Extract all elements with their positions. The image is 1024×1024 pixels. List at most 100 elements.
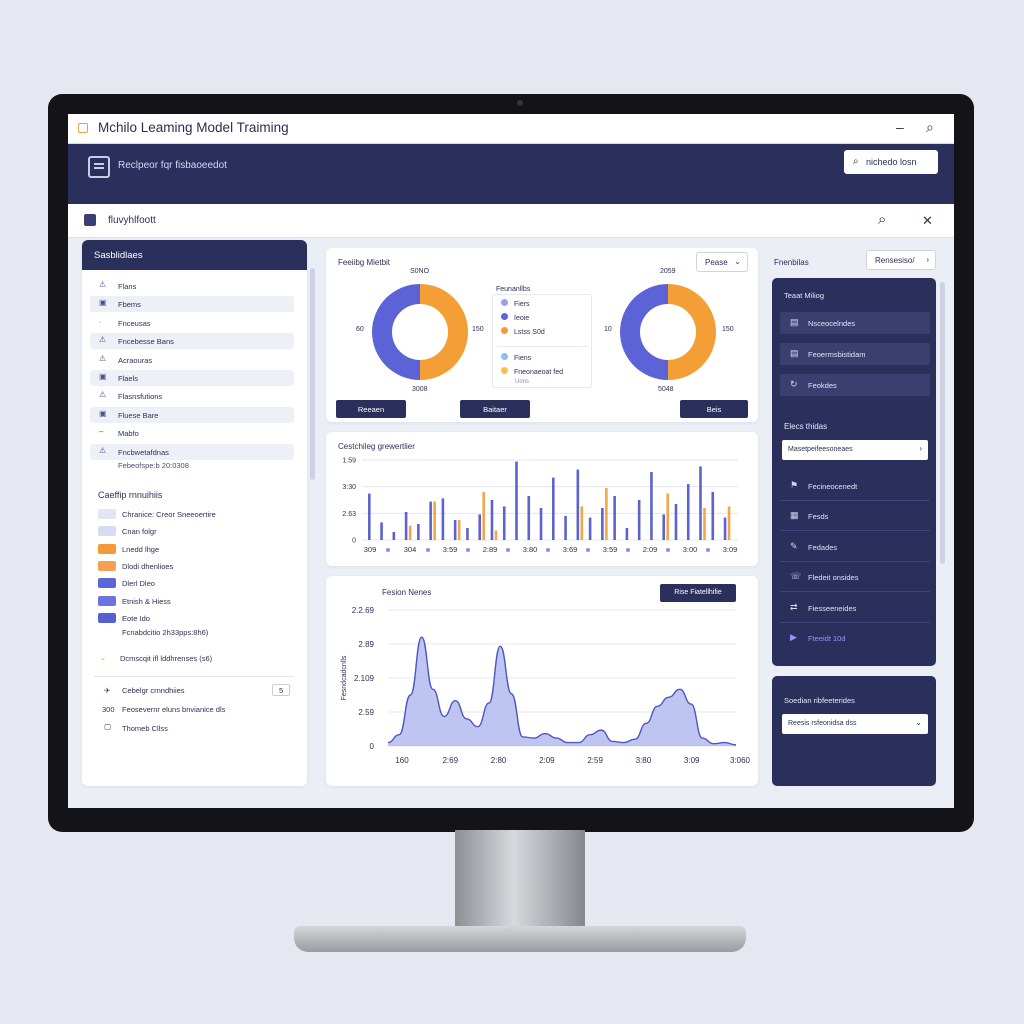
right-list-item[interactable]: ▶ Fteeidt 10d xyxy=(780,623,930,653)
chevron-down-icon: ⌄ xyxy=(100,653,107,662)
right-nav-item[interactable]: ▤ Feoermsbistidam xyxy=(780,343,930,365)
x-tick-label: 2:09 xyxy=(539,756,555,765)
legend-item: Lstss S0d xyxy=(501,327,545,336)
sidebar-item[interactable]: ⚠ Flans xyxy=(90,278,294,294)
bar xyxy=(699,466,702,540)
left-sidebar: Sasblidlaes ⚠ Flans ▣ Fbems ∙ Fnceusas ⚠ Fncebe… xyxy=(82,240,307,786)
sidebar-item[interactable]: ⚠ Fncebesse Bans xyxy=(90,333,294,350)
window-titlebar: Mchilo Leaming Model Traiming – ⌕ xyxy=(68,114,954,144)
legend-note: Uons xyxy=(515,379,530,385)
y-tick-label: 2.109 xyxy=(354,674,375,683)
footer-item-label: Thomeb Cllss xyxy=(122,724,168,733)
bar xyxy=(580,506,584,540)
donut-action-button-3[interactable]: Beis xyxy=(680,400,748,418)
bar xyxy=(625,528,629,540)
sidebar-item-label: Fncebesse Bans xyxy=(118,337,174,347)
triangle-icon: ⚠ xyxy=(99,280,107,289)
bar xyxy=(368,493,371,540)
x-tick-label: 3:59 xyxy=(603,545,618,554)
legend-swatch xyxy=(98,509,116,519)
bar xyxy=(482,492,485,540)
sidebar-item[interactable]: ▣ Flaels xyxy=(90,370,294,386)
close-icon[interactable]: ✕ xyxy=(922,213,933,229)
chevron-right-icon: › xyxy=(926,255,929,264)
right-settings-select[interactable]: Reesis rsfeonidsa dss ⌄ xyxy=(782,714,928,734)
sidebar-scrollbar[interactable] xyxy=(310,268,315,480)
sidebar-item[interactable]: ⚠ Flasnsfutions xyxy=(90,388,294,404)
donut-action-button-2[interactable]: Baitaer xyxy=(460,400,530,418)
right-list-item[interactable]: ⇄ Fiesseeneides xyxy=(780,593,930,623)
search-icon[interactable]: ⌕ xyxy=(926,119,934,136)
sidebar-item-label: Fnceusas xyxy=(118,318,151,328)
bar xyxy=(613,496,616,540)
right-nav-label: Feokdes xyxy=(808,381,837,390)
triangle-icon: ⚠ xyxy=(99,445,107,455)
sidebar-item[interactable]: ⚠ Acraouras xyxy=(90,352,294,368)
bar-chart: 0 2.63 3:30 1.59 309 304 3:59 2:89 3:80 3:69 3:59 2… xyxy=(342,458,738,554)
x-tick-label: 3:09 xyxy=(684,756,700,765)
box-icon: ▢ xyxy=(104,722,112,731)
right-list-item[interactable]: ⚑ Fecineocenedt xyxy=(780,471,930,501)
x-tick-marker xyxy=(626,548,630,552)
sidebar-item-label: Fncbwetafdnas xyxy=(118,447,169,457)
right-list-item[interactable]: ☏ Fledeit onsides xyxy=(780,562,930,593)
right-list-item[interactable]: ▦ Fesds xyxy=(780,501,930,532)
header-text: Reclpeor fqr fisbaoeedot xyxy=(118,160,227,171)
right-list-item[interactable]: ✎ Fedades xyxy=(780,532,930,562)
right-nav-item[interactable]: ▤ Nsceocelndes xyxy=(780,312,930,334)
monitor-stand-neck xyxy=(455,830,585,930)
right-nav-label: Feoermsbistidam xyxy=(808,350,866,359)
donut-period-dropdown[interactable]: Pease ⌄ xyxy=(696,252,748,272)
bar xyxy=(703,508,706,540)
legend-dot xyxy=(501,353,508,360)
bar xyxy=(686,484,690,540)
dropdown-value: Rensesiso/ xyxy=(875,256,915,265)
right-scrollbar[interactable] xyxy=(940,282,945,564)
dot-icon: ∙ xyxy=(99,316,102,326)
right-list-label: Fecineocenedt xyxy=(808,482,858,491)
donut-action-button-1[interactable]: Reeaen xyxy=(336,400,406,418)
sidebar-item[interactable]: ▣ Fbems xyxy=(90,296,294,313)
right-nav-item[interactable]: ↻ Feokdes xyxy=(780,374,930,396)
donut-chart-right xyxy=(620,284,716,380)
donut-panel-title: Feeiibg Mietbit xyxy=(338,258,391,267)
chevron-down-icon: ⌄ xyxy=(734,257,741,266)
sidebar-item[interactable]: ⚠ Fncbwetafdnas xyxy=(90,443,294,460)
window-title: Mchilo Leaming Model Traiming xyxy=(98,120,289,135)
legend-item: Ieoie xyxy=(501,313,529,322)
legend-label: Fneonaeoat fed xyxy=(514,369,564,376)
right-dropdown[interactable]: Rensesiso/ › xyxy=(866,250,936,270)
x-tick-label: 2:59 xyxy=(587,756,603,765)
phone-icon: ☏ xyxy=(790,571,802,582)
x-tick-label: 2:80 xyxy=(491,756,507,765)
y-tick-label: 1.59 xyxy=(342,458,356,465)
x-tick-marker xyxy=(426,548,430,552)
sidebar-item[interactable]: ▣ Fluese Bare xyxy=(90,406,294,423)
metric-line: Dcmscqit ifl lddhrenses (s6) xyxy=(120,654,213,663)
right-search-input[interactable]: Masetpeifeesoneaes › xyxy=(782,440,928,460)
center-legend-box: Fiers Ieoie Lstss S0d Fiens Fneonaeoat fed … xyxy=(492,294,592,388)
legend-swatch xyxy=(98,578,116,589)
legend-label: Eote Ido xyxy=(122,613,150,623)
minimize-button[interactable]: – xyxy=(896,119,904,135)
sidebar-item[interactable]: – Mabfo xyxy=(90,425,294,441)
dropdown-value: Pease xyxy=(705,258,728,267)
donut-left-top-label: S0NO xyxy=(410,268,430,275)
y-axis-label: Fesndcadcnlls xyxy=(341,655,348,700)
donut-chart-left xyxy=(372,284,468,380)
sidebar-item-label: Flaels xyxy=(118,374,139,383)
donut-panel: Feeiibg Mietbit Pease ⌄ S0NO 60 150 3008… xyxy=(326,248,758,422)
legend-label: Lnedd lhge xyxy=(122,544,160,554)
bar xyxy=(601,508,604,540)
search-icon[interactable]: ⌕ xyxy=(878,211,886,228)
chevron-right-icon: › xyxy=(919,444,922,453)
sidebar-item[interactable]: ∙ Fnceusas xyxy=(90,315,294,331)
right-list-label: Fiesseeneides xyxy=(808,603,857,613)
header-search-button[interactable]: ⌕ nichedo losn xyxy=(844,150,938,174)
footer-count-badge[interactable]: 5 xyxy=(272,684,290,696)
legend-label: Ieoie xyxy=(514,315,530,322)
x-tick-label: 3:00 xyxy=(683,545,698,554)
x-tick-marker xyxy=(466,548,470,552)
legend-item: Fiens xyxy=(501,353,531,362)
legend-dot xyxy=(501,313,508,320)
